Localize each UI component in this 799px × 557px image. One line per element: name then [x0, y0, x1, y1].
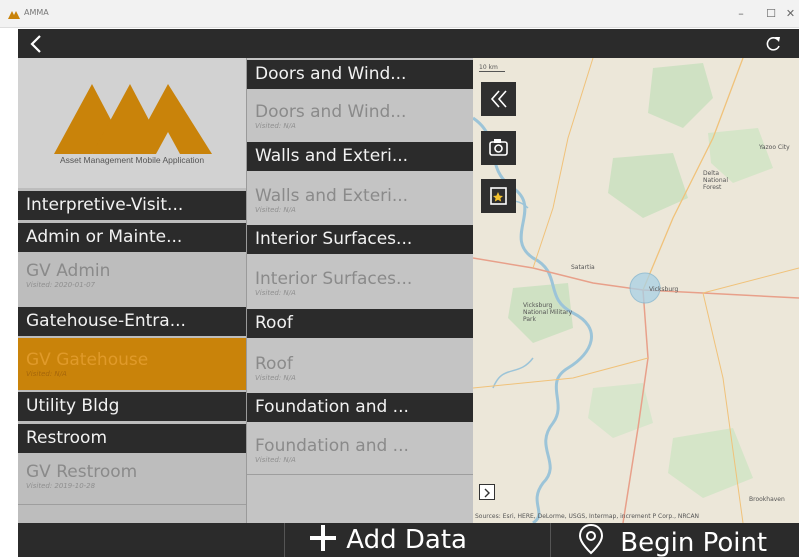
map-place-label: Brookhaven — [749, 496, 785, 503]
window-titlebar: AMMA – ☐ ✕ — [0, 0, 799, 28]
amma-logo-mark — [54, 84, 212, 154]
component-group-doors[interactable]: Doors and Wind... — [247, 60, 473, 89]
component-group-foundation[interactable]: Foundation and ... — [247, 393, 473, 422]
component-item-doors[interactable]: Doors and Wind... Visited: N/A — [247, 96, 473, 140]
map-place-label: Satartia — [571, 264, 595, 271]
map-view[interactable]: 10 km Yazoo City Delta National Forest S… — [473, 58, 799, 523]
list-divider — [18, 504, 246, 505]
map-place-label: Delta National Forest — [703, 170, 729, 191]
component-group-roof[interactable]: Roof — [247, 309, 473, 338]
component-item-label: Doors and Wind... — [255, 102, 407, 122]
begin-point-label: Begin Point — [620, 528, 768, 557]
refresh-icon[interactable] — [763, 34, 783, 54]
map-place-label: Vicksburg National Military Park — [523, 302, 573, 323]
map-place-label: Vicksburg — [649, 286, 679, 293]
component-item-label: Walls and Exteri... — [255, 186, 409, 206]
location-item-gv-admin[interactable]: GV Admin Visited: 2020-01-07 — [18, 255, 246, 303]
chevron-right-icon — [484, 488, 490, 498]
component-group-walls[interactable]: Walls and Exteri... — [247, 142, 473, 171]
component-item-interior[interactable]: Interior Surfaces... Visited: N/A — [247, 263, 473, 307]
bar-divider — [550, 523, 551, 557]
app-window: AMMA – ☐ ✕ Asset Management Mobile Appli… — [0, 0, 799, 557]
map-place-label: Yazoo City — [759, 144, 790, 151]
star-note-icon — [490, 187, 507, 205]
location-item-label: GV Admin — [26, 261, 111, 281]
close-button[interactable]: ✕ — [782, 4, 799, 24]
component-item-foundation[interactable]: Foundation and ... Visited: N/A — [247, 430, 473, 474]
amma-logo: Asset Management Mobile Application — [18, 58, 246, 188]
plus-icon — [310, 525, 336, 551]
visited-date: Visited: N/A — [255, 289, 296, 297]
expand-button[interactable] — [479, 484, 495, 500]
bar-divider — [284, 523, 285, 557]
map-scale-bar: 10 km — [479, 64, 505, 72]
bottom-action-bar: Add Data Begin Point — [18, 523, 799, 557]
collapse-panel-icon — [490, 90, 507, 108]
component-group-interior[interactable]: Interior Surfaces... — [247, 225, 473, 254]
back-chevron-icon[interactable] — [26, 33, 48, 55]
map-basemap — [473, 58, 799, 523]
component-item-label: Interior Surfaces... — [255, 269, 413, 289]
add-note-button[interactable] — [481, 179, 516, 213]
camera-button[interactable] — [481, 131, 516, 165]
location-pin-icon — [578, 523, 604, 555]
locations-panel: Asset Management Mobile Application Inte… — [18, 58, 246, 523]
visited-date: Visited: 2020-01-07 — [26, 281, 96, 289]
location-item-label: GV Restroom — [26, 462, 138, 482]
visited-date: Visited: N/A — [255, 456, 296, 464]
add-data-label: Add Data — [346, 525, 467, 555]
app-toolbar — [18, 29, 799, 58]
location-group-admin[interactable]: Admin or Mainte... — [18, 223, 246, 252]
window-title: AMMA — [24, 8, 49, 17]
camera-icon — [489, 139, 508, 156]
location-item-label: GV Gatehouse — [26, 350, 149, 370]
add-data-button[interactable]: Add Data — [308, 523, 467, 557]
component-item-roof[interactable]: Roof Visited: N/A — [247, 348, 473, 392]
collapse-panel-button[interactable] — [481, 82, 516, 116]
visited-date: Visited: N/A — [255, 374, 296, 382]
logo-caption: Asset Management Mobile Application — [59, 155, 205, 165]
location-group-gatehouse[interactable]: Gatehouse-Entra... — [18, 307, 246, 336]
app-logo-icon — [8, 11, 20, 19]
visited-date: Visited: N/A — [26, 370, 67, 378]
visited-date: Visited: N/A — [255, 122, 296, 130]
components-panel: Doors and Wind... Doors and Wind... Visi… — [247, 58, 473, 523]
location-group-restroom[interactable]: Restroom — [18, 424, 246, 453]
component-item-walls[interactable]: Walls and Exteri... Visited: N/A — [247, 180, 473, 224]
location-item-gv-gatehouse[interactable]: GV Gatehouse Visited: N/A — [18, 338, 246, 390]
minimize-button[interactable]: – — [726, 4, 756, 24]
begin-point-button[interactable]: Begin Point — [578, 523, 767, 557]
component-item-label: Foundation and ... — [255, 436, 409, 456]
location-group-utility[interactable]: Utility Bldg — [18, 392, 246, 421]
list-divider — [247, 474, 473, 475]
map-attribution: Sources: Esri, HERE, DeLorme, USGS, Inte… — [475, 513, 700, 520]
location-item-gv-restroom[interactable]: GV Restroom Visited: 2019-10-28 — [18, 456, 246, 502]
visited-date: Visited: N/A — [255, 206, 296, 214]
location-group-interpretive[interactable]: Interpretive-Visit... — [18, 191, 246, 220]
component-item-label: Roof — [255, 354, 293, 374]
visited-date: Visited: 2019-10-28 — [26, 482, 96, 490]
